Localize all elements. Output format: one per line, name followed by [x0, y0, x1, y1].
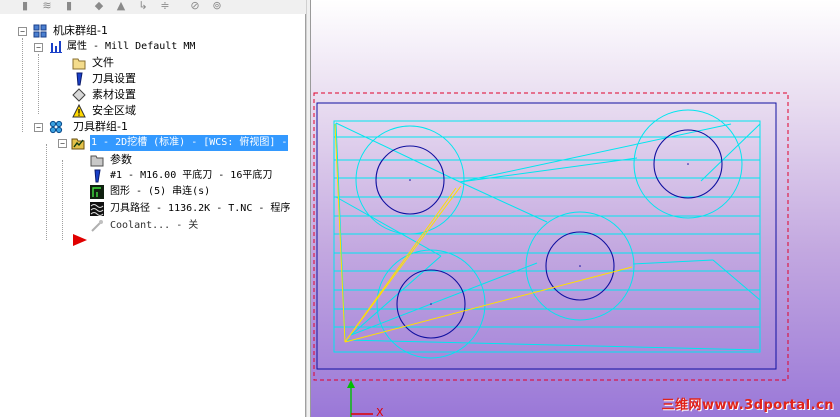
tree-item-label: 刀具设置	[92, 72, 136, 85]
tree-item-label: 图形 - (5) 串连(s)	[110, 186, 211, 197]
collapse-icon[interactable]: −	[34, 43, 43, 52]
coolant-icon	[91, 220, 103, 232]
operations-tree: − 机床群组-1 − 属性 - Mill Default MM 文件 刀具设置 …	[0, 14, 306, 417]
tree-item-tool[interactable]: #1 - M16.00 平底刀 - 16平底刀	[74, 168, 304, 184]
tree-item-safety-zone[interactable]: 安全区域	[58, 103, 258, 119]
tree-item-label: Coolant... - 关	[110, 220, 199, 231]
graphics-viewport[interactable]: X 三维网www.3dportal.cn	[311, 0, 840, 417]
stock-boundary	[313, 92, 789, 381]
tree-item-label: #1 - M16.00 平底刀 - 16平底刀	[110, 170, 273, 181]
tree-item-files[interactable]: 文件	[58, 55, 258, 71]
toolpath-drawing: X	[313, 92, 789, 417]
tree-item-label: 机床群组-1	[53, 24, 108, 37]
watermark: 三维网www.3dportal.cn	[661, 398, 834, 413]
tree-item-label: 文件	[92, 56, 114, 69]
part-outline	[316, 102, 777, 370]
axis-x-label: X	[376, 406, 384, 417]
parameters-folder-icon	[90, 155, 104, 167]
machine-group-icon	[33, 24, 47, 38]
tree-item-parameters[interactable]: 参数	[74, 152, 304, 168]
collapse-icon[interactable]: −	[18, 27, 27, 36]
tree-item-properties[interactable]: − 属性 - Mill Default MM	[34, 39, 304, 55]
tree-item-label: 素材设置	[92, 88, 136, 101]
expand-icon[interactable]: ≑	[158, 0, 172, 11]
regen-icon[interactable]: ≋	[40, 0, 54, 11]
collapse-icon[interactable]: −	[34, 123, 43, 132]
up-icon[interactable]: ▲	[114, 0, 128, 11]
tree-item-machine-group[interactable]: − 机床群组-1	[18, 23, 298, 39]
tool-icon	[94, 169, 101, 183]
tree-connector	[22, 38, 23, 132]
tool-icon	[76, 72, 83, 86]
toolpath-group-icon	[49, 120, 63, 134]
verify-icon[interactable]: ◆	[92, 0, 106, 11]
zigzag-passes	[334, 122, 761, 351]
tree-connector	[62, 160, 63, 240]
tree-item-geometry[interactable]: 图形 - (5) 串连(s)	[74, 184, 304, 200]
tree-item-label: 1 - 2D挖槽 (标准) - [WCS: 俯视图] -	[90, 135, 289, 151]
insert-arrow-icon[interactable]	[72, 233, 88, 247]
tree-item-stock-setup[interactable]: 素材设置	[58, 87, 258, 103]
operations-toolbar: ▮ ≋ ▮ ◆ ▲ ↳ ≑ ⊘ ⊚	[0, 0, 308, 15]
tree-connector	[46, 144, 47, 240]
folder-icon	[72, 58, 86, 70]
stock-diamond-icon	[72, 88, 86, 102]
properties-chart-icon	[50, 41, 62, 53]
tree-item-coolant[interactable]: Coolant... - 关	[74, 218, 304, 234]
tree-item-label: 刀具群组-1	[73, 120, 128, 133]
tree-item-label: 安全区域	[92, 104, 136, 117]
collapse-icon[interactable]: −	[58, 139, 67, 148]
axis-indicator	[347, 380, 373, 417]
display-icon[interactable]: ⊚	[210, 0, 224, 11]
warning-icon	[72, 104, 86, 118]
tree-item-label: 参数	[110, 153, 132, 166]
tree-item-tool-settings[interactable]: 刀具设置	[58, 71, 258, 87]
tree-item-operation[interactable]: − 1 - 2D挖槽 (标准) - [WCS: 俯视图] -	[58, 135, 305, 151]
tree-connector	[38, 54, 39, 114]
tree-item-toolpath-group[interactable]: − 刀具群组-1	[34, 119, 304, 135]
toggle-icon[interactable]: ▮	[62, 0, 76, 11]
toolpath-icon	[90, 202, 104, 216]
operation-folder-icon	[71, 138, 85, 150]
select-all-icon[interactable]: ▮	[18, 0, 32, 11]
tree-item-label: 属性 - Mill Default MM	[67, 41, 196, 52]
lock-icon[interactable]: ⊘	[188, 0, 202, 11]
geometry-icon	[90, 185, 104, 199]
insert-icon[interactable]: ↳	[136, 0, 150, 11]
tree-item-toolpath[interactable]: 刀具路径 - 1136.2K - T.NC - 程序	[74, 201, 305, 217]
tree-item-label: 刀具路径 - 1136.2K - T.NC - 程序	[110, 203, 291, 214]
